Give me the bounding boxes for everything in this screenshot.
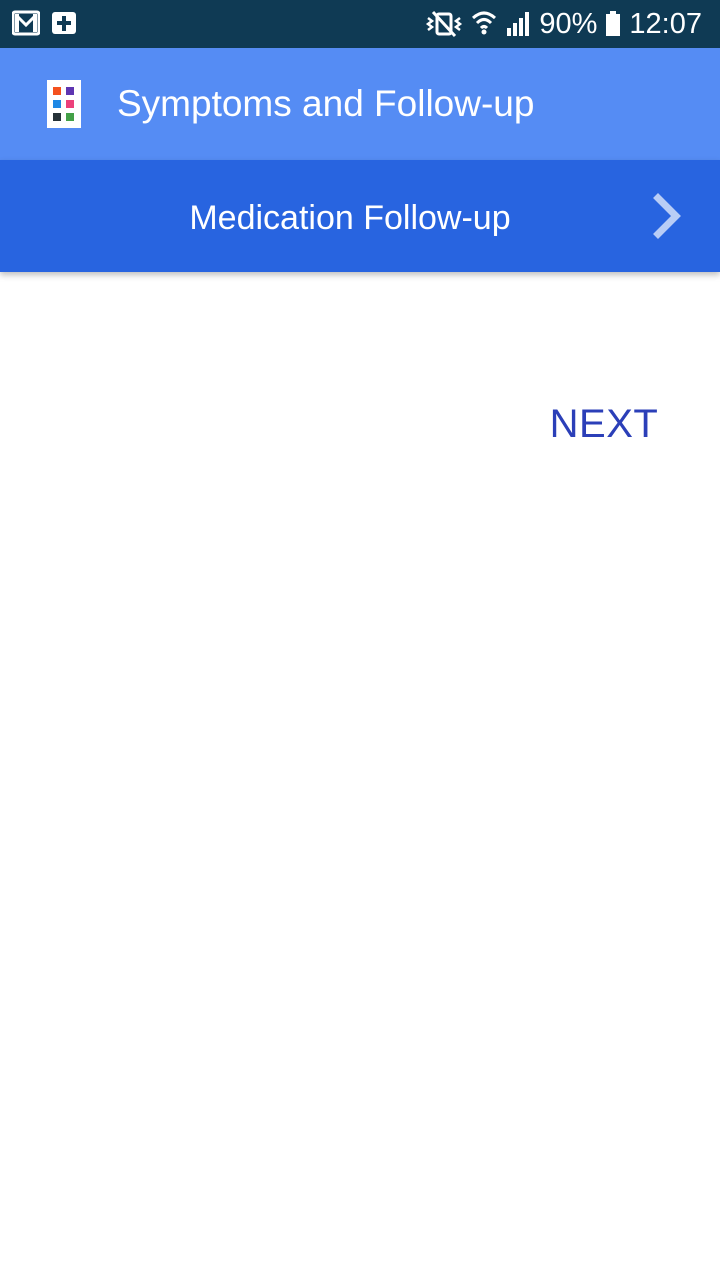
clock: 12:07 [629, 8, 702, 40]
battery-percent: 90% [539, 8, 598, 40]
status-bar: 90% 12:07 [0, 0, 720, 48]
gmail-icon [12, 10, 40, 36]
battery-icon [606, 11, 621, 36]
section-title: Medication Follow-up [189, 199, 511, 237]
wifi-icon [472, 11, 497, 35]
status-right-icons: 90% 12:07 [425, 0, 702, 48]
calendar-plus-icon [52, 12, 76, 34]
section-bar: Medication Follow-up [0, 160, 720, 272]
app-bar: Symptoms and Follow-up [0, 48, 720, 160]
app-title: Symptoms and Follow-up [117, 83, 535, 124]
vibrate-mute-icon [426, 10, 463, 38]
next-button[interactable]: NEXT [534, 392, 674, 456]
status-left-icons [12, 10, 76, 36]
app-grid-logo-icon [47, 80, 81, 128]
signal-icon [507, 12, 530, 36]
chevron-right-icon[interactable] [648, 192, 688, 240]
